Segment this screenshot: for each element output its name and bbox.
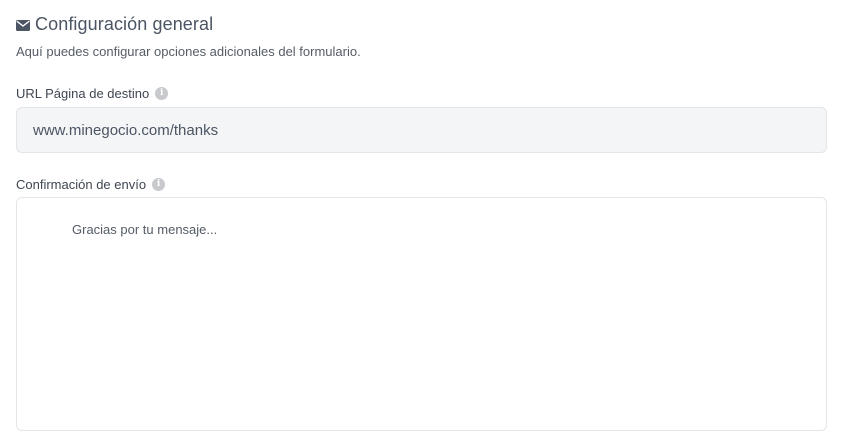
section-title: Configuración general — [35, 14, 214, 34]
info-icon[interactable]: i — [152, 178, 166, 191]
confirmation-message-textarea[interactable] — [16, 197, 827, 431]
url-field-label: URL Página de destino — [16, 86, 150, 101]
url-field-label-row: URL Página de destino i — [16, 86, 169, 101]
confirmation-field-label-row: Confirmación de envío i — [16, 177, 166, 192]
section-header: Configuración general — [16, 14, 213, 35]
envelope-icon — [16, 20, 30, 31]
info-icon[interactable]: i — [155, 87, 169, 100]
url-destination-input[interactable] — [16, 107, 827, 153]
confirmation-field-label: Confirmación de envío — [16, 177, 147, 192]
section-description: Aquí puedes configurar opciones adiciona… — [16, 44, 361, 59]
